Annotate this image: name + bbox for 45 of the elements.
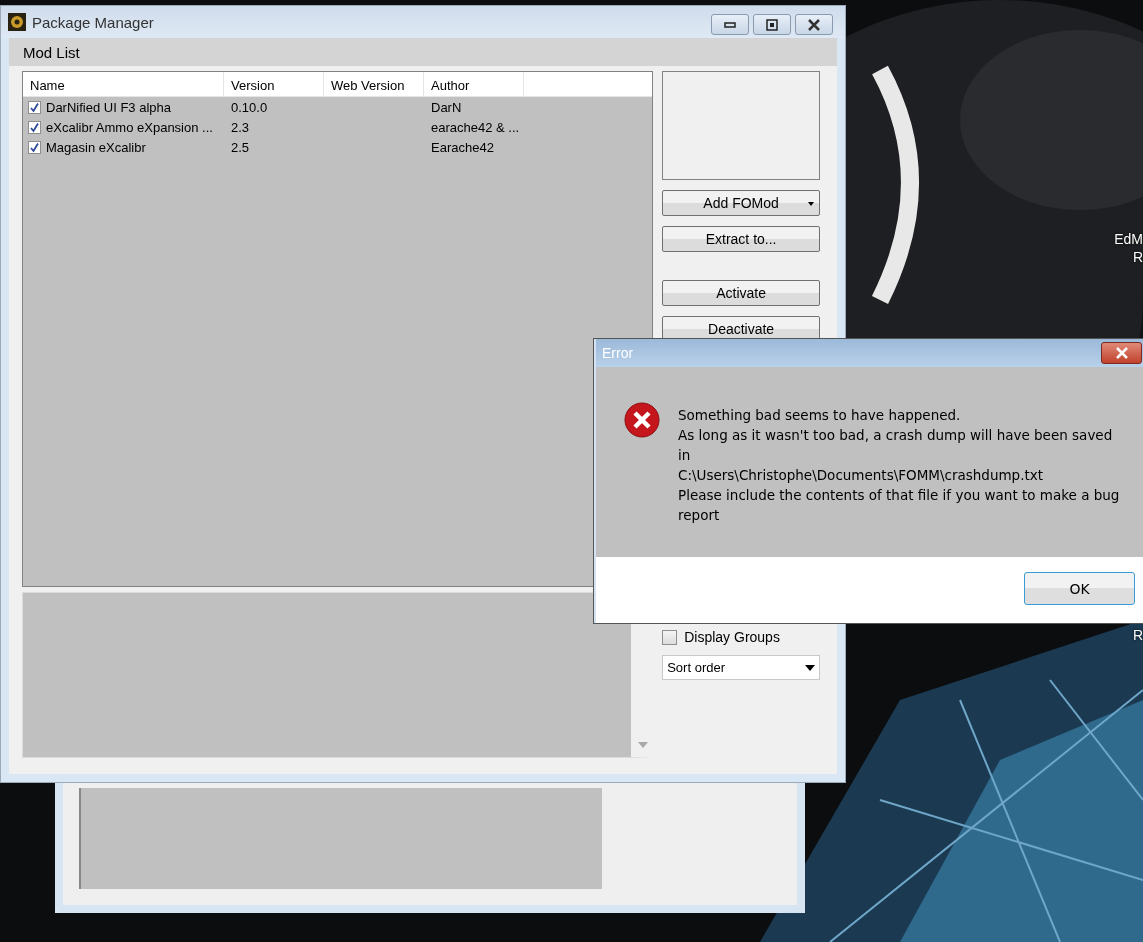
app-icon (8, 13, 26, 31)
window-title: Package Manager (32, 13, 154, 31)
desktop-icon-label[interactable]: R (1132, 249, 1143, 265)
table-cell: Earache42 (431, 139, 494, 155)
section-title: Mod List (23, 43, 80, 61)
checkbox[interactable] (662, 629, 678, 645)
column-header[interactable]: Author (424, 72, 524, 96)
close-button[interactable] (1101, 342, 1142, 364)
table-cell: Magasin eXcalibr (46, 139, 146, 155)
table-cell: eXcalibr Ammo eXpansion ... (46, 119, 213, 135)
checkbox[interactable] (28, 100, 41, 114)
table-cell: DarN (431, 99, 462, 115)
column-header[interactable]: Version (224, 72, 324, 96)
maximize-icon (766, 18, 778, 31)
table-cell: 2.5 (231, 139, 250, 155)
table-cell: 0.10.0 (231, 99, 268, 115)
checkbox[interactable] (28, 140, 41, 154)
dialog-title: Error (602, 345, 634, 361)
error-message: As long as it wasn't too bad, a crash dump will have been saved in (678, 426, 1114, 465)
column-header[interactable]: Name (23, 72, 224, 96)
button[interactable]: Activate (662, 280, 820, 306)
checkbox-label: Display Groups (684, 629, 780, 645)
button[interactable]: Extract to... (662, 226, 820, 252)
close-button[interactable] (795, 14, 833, 35)
error-message: Something bad seems to have happened. (678, 406, 962, 425)
minimize-button[interactable] (711, 14, 749, 35)
table-cell: 2.3 (231, 119, 250, 135)
close-icon (1114, 347, 1129, 359)
caret-icon (805, 664, 815, 671)
error-message: C:\Users\Christophe\Documents\FOMM\crashdump.txt (678, 466, 1045, 485)
caret-icon (808, 202, 814, 206)
table-cell: DarNified UI F3 alpha (46, 99, 171, 115)
minimize-icon (724, 21, 736, 28)
sort-dropdown[interactable]: Sort order (662, 655, 820, 680)
button[interactable]: Add FOMod (662, 190, 820, 216)
desktop-icon-label[interactable]: R (1132, 627, 1143, 643)
close-icon (807, 18, 821, 31)
column-header[interactable]: Web Version (324, 72, 424, 96)
ok-button[interactable]: OK (1024, 572, 1135, 605)
error-icon (624, 402, 660, 438)
maximize-button[interactable] (753, 14, 791, 35)
table-cell: earache42 & ... (431, 119, 520, 135)
error-message: Please include the contents of that file if you want to make a bug report (678, 486, 1121, 525)
desktop-icon-label[interactable]: EdM (1114, 231, 1143, 247)
checkbox[interactable] (28, 120, 41, 134)
